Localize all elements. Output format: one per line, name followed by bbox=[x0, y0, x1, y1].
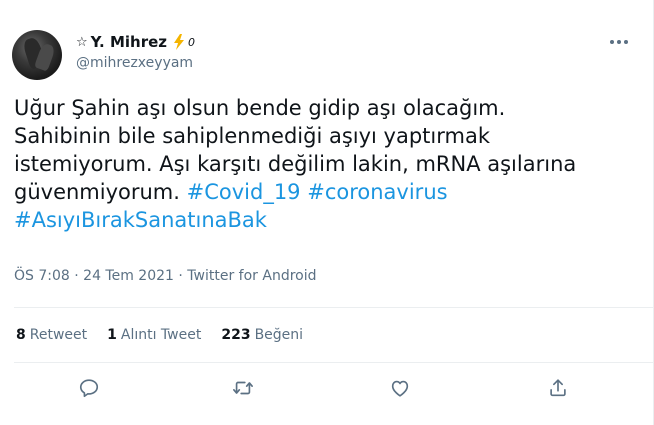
more-dots-icon bbox=[610, 40, 628, 44]
tweet-source[interactable]: Twitter for Android bbox=[187, 268, 316, 284]
divider bbox=[14, 362, 653, 363]
quote-stat[interactable]: 1 Alıntı Tweet bbox=[107, 327, 201, 343]
retweet-count: 8 bbox=[16, 327, 26, 343]
divider bbox=[14, 307, 653, 308]
author-name-row[interactable]: ☆ Y. Mihrez 0 bbox=[76, 33, 195, 51]
reply-button[interactable] bbox=[74, 373, 104, 403]
quote-count: 1 bbox=[107, 327, 117, 343]
meta-separator: · bbox=[173, 268, 188, 284]
star-glyph: ☆ bbox=[76, 34, 88, 50]
tweet-stats: 8 Retweet 1 Alıntı Tweet 223 Beğeni bbox=[16, 327, 303, 343]
display-name[interactable]: Y. Mihrez bbox=[91, 33, 167, 51]
like-label: Beğeni bbox=[254, 327, 304, 343]
tweet-text: Uğur Şahin aşı olsun bende gidip aşı ola… bbox=[14, 94, 634, 234]
quote-label: Alıntı Tweet bbox=[120, 327, 202, 343]
tweet-card: ☆ Y. Mihrez 0 @mihrezxeyyam Uğur Şahin a… bbox=[0, 0, 654, 425]
tweet-time[interactable]: ÖS 7:08 bbox=[14, 268, 70, 284]
tweet-date[interactable]: 24 Tem 2021 bbox=[83, 268, 174, 284]
like-stat[interactable]: 223 Beğeni bbox=[221, 327, 303, 343]
hashtag-link[interactable]: #Covid_19 bbox=[187, 180, 301, 204]
retweet-stat[interactable]: 8 Retweet bbox=[16, 327, 87, 343]
meta-separator: · bbox=[69, 268, 84, 284]
hashtag-link[interactable]: #AsıyıBırakSanatınaBak bbox=[14, 208, 267, 232]
reply-icon bbox=[79, 379, 99, 398]
share-button[interactable] bbox=[543, 373, 573, 403]
more-icon[interactable] bbox=[605, 28, 633, 56]
action-bar bbox=[0, 373, 654, 403]
like-button[interactable] bbox=[385, 373, 415, 403]
heart-icon bbox=[391, 380, 409, 397]
name-suffix: 0 bbox=[188, 35, 196, 49]
hashtag-link[interactable]: #coronavirus bbox=[307, 180, 447, 204]
author-block: ☆ Y. Mihrez 0 @mihrezxeyyam bbox=[76, 33, 195, 71]
tweet-meta: ÖS 7:08 · 24 Tem 2021 · Twitter for Andr… bbox=[14, 268, 317, 284]
retweet-button[interactable] bbox=[228, 373, 258, 403]
user-handle[interactable]: @mihrezxeyyam bbox=[76, 55, 195, 71]
share-icon bbox=[550, 379, 566, 397]
retweet-icon bbox=[233, 381, 253, 395]
avatar[interactable] bbox=[12, 30, 62, 80]
retweet-label: Retweet bbox=[29, 327, 88, 343]
like-count: 223 bbox=[221, 327, 251, 343]
lightning-bolt-icon bbox=[174, 34, 185, 50]
